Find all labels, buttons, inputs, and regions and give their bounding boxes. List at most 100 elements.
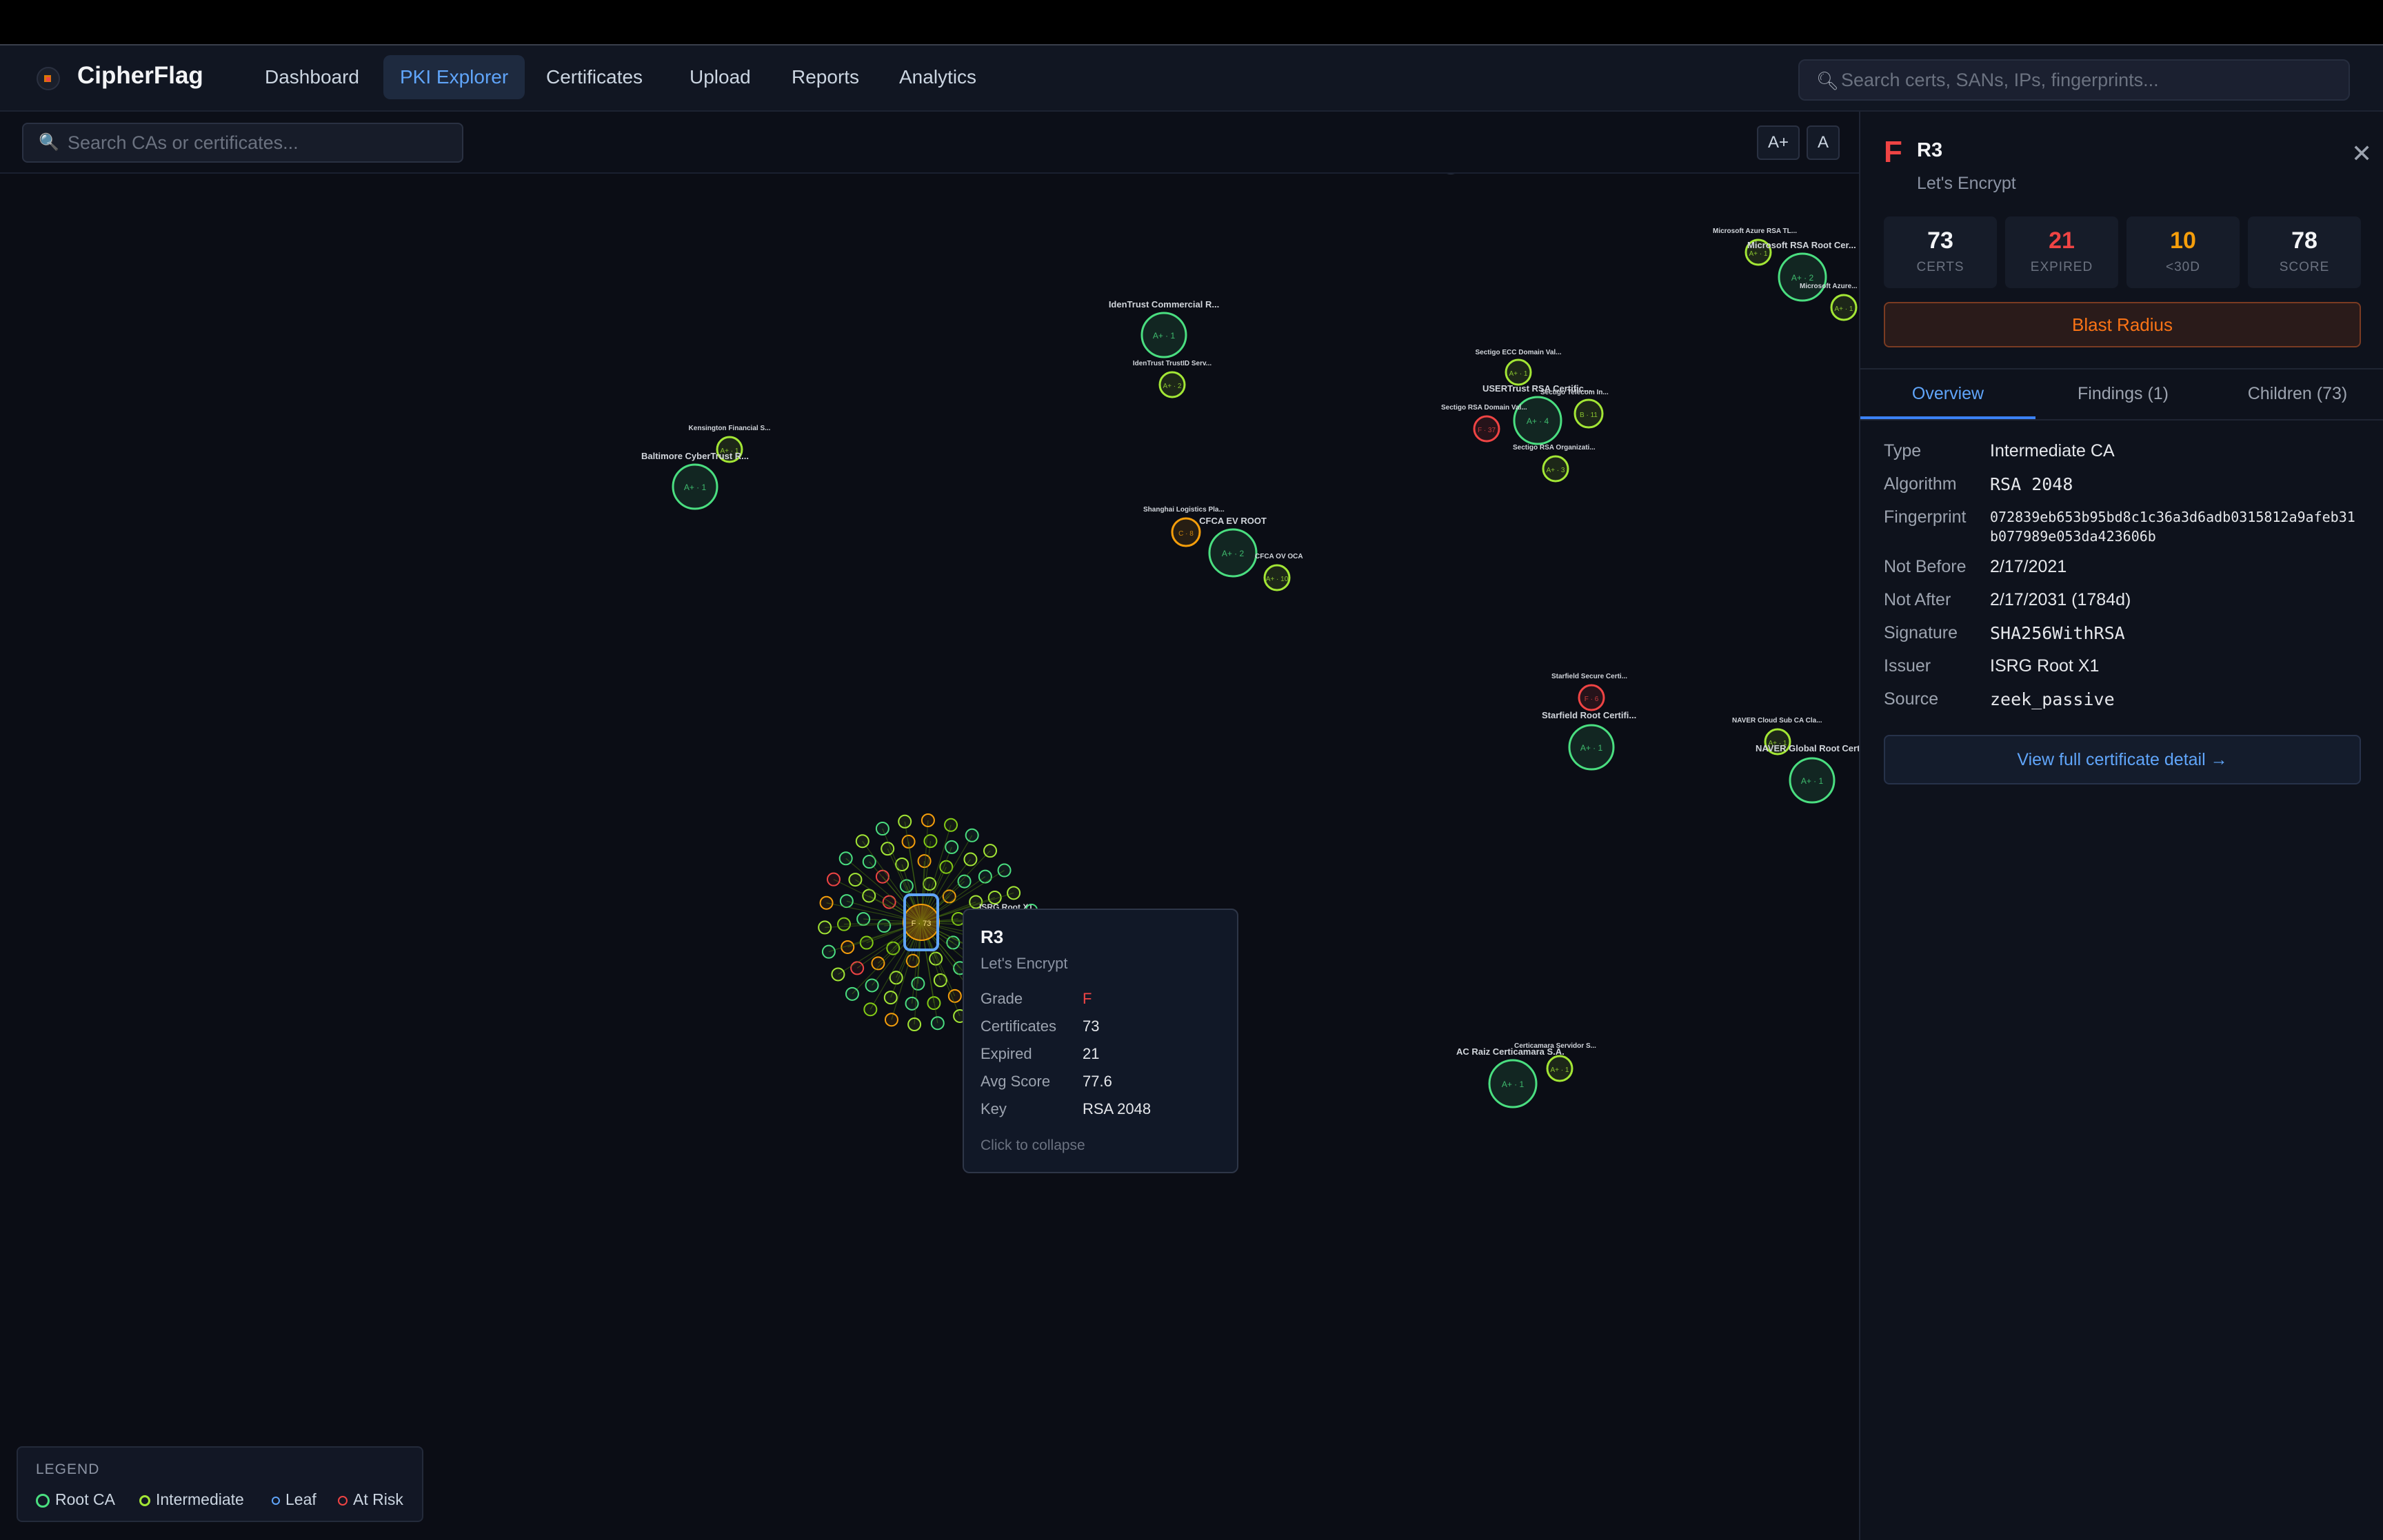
blast-radius-button[interactable]: Blast Radius	[1884, 302, 2361, 347]
detail-not-before: Not Before 2/17/2021	[1884, 557, 2067, 576]
nav-analytics[interactable]: Analytics	[883, 55, 993, 99]
leaf-node[interactable]	[862, 855, 876, 869]
ca-node[interactable]: A+ · 10 CFCA OV OCA	[1255, 553, 1303, 591]
ca-node-badge: A+ · 1	[1801, 776, 1824, 786]
leaf-node[interactable]	[883, 991, 898, 1005]
ca-node[interactable]: A+ · 1 Microsoft Azure...	[1800, 283, 1858, 321]
leaf-node[interactable]	[838, 851, 853, 866]
ca-node[interactable]: A+ · 1 Sectigo ECC Domain Val...	[1475, 349, 1562, 386]
font-increase-button[interactable]: A+	[1757, 125, 1800, 160]
leaf-node[interactable]	[837, 917, 852, 931]
ca-node-label: Microsoft Azure RSA TL...	[1713, 227, 1797, 235]
leaf-node[interactable]	[821, 944, 836, 959]
stat-expiring-30d: 10 <30D	[2126, 216, 2240, 288]
leaf-node[interactable]	[945, 840, 959, 854]
ca-node-badge: A+ · 1	[1580, 743, 1603, 753]
tab-overview[interactable]: Overview	[1860, 368, 2035, 419]
leaf-node[interactable]	[930, 1016, 945, 1031]
leaf-node[interactable]	[947, 989, 962, 1003]
leaf-node[interactable]	[983, 844, 998, 858]
selected-node-badge: F · 73	[912, 920, 932, 928]
ca-nodes: A+ · 1 IdenTrust Commercial R... A+ · 2 Ide…	[641, 174, 1859, 1108]
leaf-node[interactable]	[921, 813, 935, 827]
leaf-node[interactable]	[877, 919, 892, 933]
global-search[interactable]: 🔍︎	[1798, 59, 2350, 101]
legend-title: LEGEND	[36, 1461, 100, 1477]
ca-search[interactable]: 🔍	[22, 123, 463, 163]
ca-node[interactable]: F · 6 Starfield Secure Certi...	[1551, 673, 1627, 711]
ca-node-label: Starfield Secure Certi...	[1551, 673, 1627, 680]
ca-node-label: CFCA EV ROOT	[1199, 516, 1267, 526]
ca-node[interactable]: A+ · 2 Microsoft RSA Root Cer...	[1747, 240, 1856, 302]
ca-search-input[interactable]	[68, 124, 454, 161]
leaf-node[interactable]	[839, 894, 854, 909]
nav-bar: CipherFlag Dashboard PKI Explorer Certif…	[0, 45, 2383, 112]
nav-upload[interactable]: Upload	[673, 55, 767, 99]
leaf-node[interactable]	[1007, 886, 1021, 900]
font-reset-button[interactable]: A	[1807, 125, 1840, 160]
ca-node-label: Baltimore CyberTrust R...	[641, 451, 749, 461]
view-detail-button[interactable]: View full certificate detail →	[1884, 735, 2361, 784]
leaf-node[interactable]	[907, 1017, 922, 1032]
leaf-node[interactable]	[875, 822, 889, 836]
ca-node-badge: F · 37	[1478, 427, 1496, 434]
leaf-node[interactable]	[978, 869, 992, 884]
leaf-node[interactable]	[848, 873, 863, 887]
close-icon[interactable]: ✕	[2351, 139, 2372, 168]
leaf-node[interactable]	[850, 961, 865, 975]
leaf-node[interactable]	[865, 978, 879, 993]
ca-node[interactable]: A+ · 2 CFCA EV ROOT	[1199, 516, 1267, 578]
ca-node-label: Microsoft Azure...	[1800, 283, 1858, 290]
ca-node-badge: A+ · 1	[1509, 370, 1528, 378]
detail-panel: F R3 Let's Encrypt ✕ 73 CERTS 21 EXPIRED…	[1859, 112, 2383, 1540]
leaf-node[interactable]	[944, 818, 958, 832]
ca-node[interactable]: A+ · 1 NAVER Global Root Cert...	[1756, 743, 1859, 804]
tooltip-footer: Click to collapse	[981, 1137, 1085, 1153]
leaf-node[interactable]	[826, 872, 841, 886]
leaf-node[interactable]	[881, 842, 895, 856]
leaf-node[interactable]	[831, 967, 845, 982]
ca-node[interactable]: A+ · 3 Sectigo RSA Organizati...	[1513, 444, 1596, 483]
logo-icon[interactable]	[34, 65, 62, 92]
ca-node[interactable]: A+ · 1 IdenTrust Commercial R...	[1109, 299, 1219, 358]
divider	[1860, 419, 2383, 421]
tab-children[interactable]: Children (73)	[2211, 368, 2383, 419]
brand-name[interactable]: CipherFlag	[77, 62, 203, 90]
ca-node[interactable]: A+ · 1 Starfield Root Certifi...	[1542, 710, 1636, 771]
panel-title: R3	[1917, 139, 1943, 161]
legend-leaf: Leaf	[272, 1490, 316, 1509]
ca-node-label: AC Raiz Certicamara S.A.	[1456, 1046, 1565, 1057]
leaf-node[interactable]	[898, 814, 912, 829]
intermediate-dot-icon	[139, 1495, 150, 1506]
nav-certificates[interactable]: Certificates	[530, 55, 659, 99]
detail-source: Source zeek_passive	[1884, 689, 2115, 709]
leaf-node[interactable]	[884, 1013, 898, 1027]
ca-node-badge: A+ · 1	[1835, 305, 1853, 313]
detail-type: Type Intermediate CA	[1884, 441, 2115, 460]
leaf-node[interactable]	[997, 863, 1012, 878]
leaf-node[interactable]	[855, 834, 869, 849]
ca-node[interactable]: A+ · 1 Baltimore CyberTrust R...	[641, 451, 749, 510]
ca-node[interactable]: A+ · 2 IdenTrust TrustID Serv...	[1133, 360, 1212, 398]
at-risk-dot-icon	[338, 1495, 348, 1506]
nav-dashboard[interactable]: Dashboard	[248, 55, 376, 99]
nav-reports[interactable]: Reports	[775, 55, 876, 99]
tab-findings[interactable]: Findings (1)	[2035, 368, 2211, 419]
global-search-input[interactable]	[1841, 61, 2337, 99]
ca-node-label: Shanghai Logistics Pla...	[1143, 506, 1225, 514]
search-icon: 🔍	[39, 133, 59, 152]
ca-node-label: Sectigo ECC Domain Val...	[1475, 349, 1561, 356]
leaf-node[interactable]	[863, 1002, 878, 1017]
detail-not-after: Not After 2/17/2031 (1784d)	[1884, 590, 2131, 609]
leaf-node[interactable]	[963, 852, 978, 867]
leaf-node[interactable]	[965, 828, 979, 842]
leaf-node[interactable]	[845, 986, 859, 1001]
pki-graph[interactable]: F · 73ISRG Root X1 A+ · 1IdenTrust Comme…	[0, 174, 1859, 1540]
ca-node[interactable]: A+ · 1 AC Raiz Certicamara S.A.	[1456, 1046, 1565, 1108]
ca-node-badge: B · 11	[1580, 412, 1598, 419]
ca-node-badge: A+ · 2	[1222, 549, 1245, 558]
nav-pki-explorer[interactable]: PKI Explorer	[383, 55, 525, 99]
leaf-node[interactable]	[819, 895, 834, 910]
ca-node-label: IdenTrust TrustID Serv...	[1133, 360, 1212, 367]
leaf-node[interactable]	[818, 920, 832, 935]
